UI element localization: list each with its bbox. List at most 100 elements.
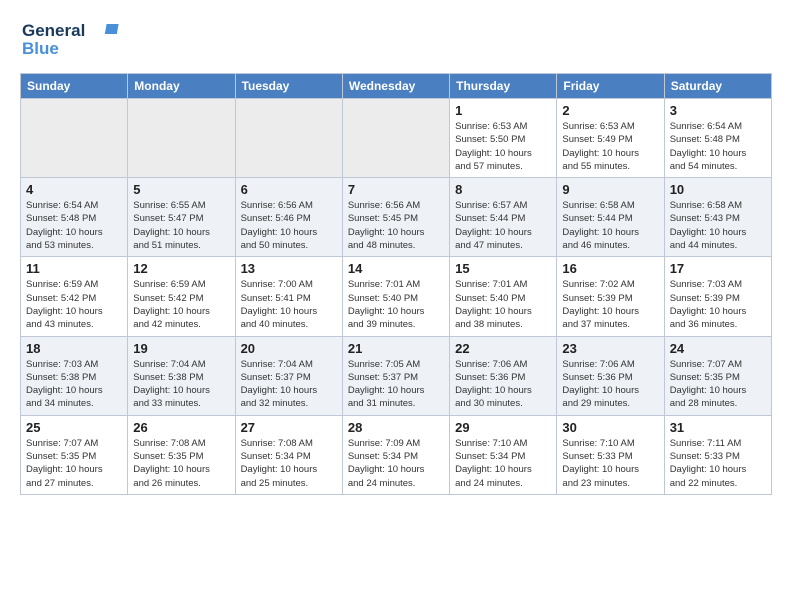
svg-text:General: General — [22, 21, 85, 40]
calendar-day-30: 30Sunrise: 7:10 AM Sunset: 5:33 PM Dayli… — [557, 415, 664, 494]
day-info: Sunrise: 7:07 AM Sunset: 5:35 PM Dayligh… — [26, 437, 122, 490]
calendar-day-29: 29Sunrise: 7:10 AM Sunset: 5:34 PM Dayli… — [450, 415, 557, 494]
page-container: General Blue SundayMondayTuesdayWednesda… — [0, 0, 792, 511]
calendar-day-26: 26 Sunrise: 7:08 AM Sunset: 5:35 PM Dayli… — [128, 415, 235, 494]
day-info: Sunrise: 7:08 AM Sunset: 5:35 PM Dayligh… — [133, 437, 229, 490]
calendar-day-24: 24Sunrise: 7:07 AM Sunset: 5:35 PM Dayli… — [664, 336, 771, 415]
day-number: 11 — [26, 261, 122, 276]
calendar-week-row: 11 Sunrise: 6:59 AM Sunset: 5:42 PM Dayli… — [21, 257, 772, 336]
calendar-day-9: 9 Sunrise: 6:58 AM Sunset: 5:44 PM Daylig… — [557, 178, 664, 257]
day-number: 1 — [455, 103, 551, 118]
day-number: 13 — [241, 261, 337, 276]
day-number: 5 — [133, 182, 229, 197]
day-number: 3 — [670, 103, 766, 118]
calendar-day-3: 3Sunrise: 6:54 AM Sunset: 5:48 PM Daylig… — [664, 99, 771, 178]
day-info: Sunrise: 6:59 AM Sunset: 5:42 PM Dayligh… — [133, 278, 229, 331]
day-info: Sunrise: 7:00 AM Sunset: 5:41 PM Dayligh… — [241, 278, 337, 331]
day-number: 18 — [26, 341, 122, 356]
weekday-header-thursday: Thursday — [450, 74, 557, 99]
calendar-week-row: 18Sunrise: 7:03 AM Sunset: 5:38 PM Dayli… — [21, 336, 772, 415]
day-number: 28 — [348, 420, 444, 435]
day-number: 20 — [241, 341, 337, 356]
calendar-day-11: 11 Sunrise: 6:59 AM Sunset: 5:42 PM Dayli… — [21, 257, 128, 336]
weekday-header-row: SundayMondayTuesdayWednesdayThursdayFrid… — [21, 74, 772, 99]
calendar-day-22: 22 Sunrise: 7:06 AM Sunset: 5:36 PM Dayli… — [450, 336, 557, 415]
day-info: Sunrise: 6:56 AM Sunset: 5:46 PM Dayligh… — [241, 199, 337, 252]
calendar-day-12: 12Sunrise: 6:59 AM Sunset: 5:42 PM Dayli… — [128, 257, 235, 336]
day-number: 14 — [348, 261, 444, 276]
calendar-day-10: 10 Sunrise: 6:58 AM Sunset: 5:43 PM Dayli… — [664, 178, 771, 257]
day-number: 21 — [348, 341, 444, 356]
header: General Blue — [20, 16, 772, 65]
day-number: 15 — [455, 261, 551, 276]
day-info: Sunrise: 6:53 AM Sunset: 5:50 PM Dayligh… — [455, 120, 551, 173]
day-number: 6 — [241, 182, 337, 197]
calendar-day-25: 25 Sunrise: 7:07 AM Sunset: 5:35 PM Dayli… — [21, 415, 128, 494]
day-info: Sunrise: 7:10 AM Sunset: 5:34 PM Dayligh… — [455, 437, 551, 490]
calendar-day-empty — [21, 99, 128, 178]
day-info: Sunrise: 6:53 AM Sunset: 5:49 PM Dayligh… — [562, 120, 658, 173]
calendar-day-1: 1 Sunrise: 6:53 AM Sunset: 5:50 PM Daylig… — [450, 99, 557, 178]
calendar-day-18: 18Sunrise: 7:03 AM Sunset: 5:38 PM Dayli… — [21, 336, 128, 415]
calendar-day-6: 6 Sunrise: 6:56 AM Sunset: 5:46 PM Daylig… — [235, 178, 342, 257]
day-number: 2 — [562, 103, 658, 118]
calendar-day-21: 21 Sunrise: 7:05 AM Sunset: 5:37 PM Dayli… — [342, 336, 449, 415]
calendar-day-23: 23Sunrise: 7:06 AM Sunset: 5:36 PM Dayli… — [557, 336, 664, 415]
calendar-day-15: 15Sunrise: 7:01 AM Sunset: 5:40 PM Dayli… — [450, 257, 557, 336]
calendar-table: SundayMondayTuesdayWednesdayThursdayFrid… — [20, 73, 772, 495]
weekday-header-monday: Monday — [128, 74, 235, 99]
day-number: 9 — [562, 182, 658, 197]
weekday-header-friday: Friday — [557, 74, 664, 99]
calendar-day-8: 8 Sunrise: 6:57 AM Sunset: 5:44 PM Daylig… — [450, 178, 557, 257]
day-info: Sunrise: 6:54 AM Sunset: 5:48 PM Dayligh… — [26, 199, 122, 252]
calendar-day-empty — [235, 99, 342, 178]
day-info: Sunrise: 7:01 AM Sunset: 5:40 PM Dayligh… — [348, 278, 444, 331]
day-number: 26 — [133, 420, 229, 435]
day-info: Sunrise: 6:58 AM Sunset: 5:43 PM Dayligh… — [670, 199, 766, 252]
day-number: 10 — [670, 182, 766, 197]
calendar-day-13: 13 Sunrise: 7:00 AM Sunset: 5:41 PM Dayli… — [235, 257, 342, 336]
calendar-day-19: 19 Sunrise: 7:04 AM Sunset: 5:38 PM Dayli… — [128, 336, 235, 415]
calendar-day-2: 2 Sunrise: 6:53 AM Sunset: 5:49 PM Daylig… — [557, 99, 664, 178]
day-info: Sunrise: 6:57 AM Sunset: 5:44 PM Dayligh… — [455, 199, 551, 252]
day-info: Sunrise: 7:03 AM Sunset: 5:39 PM Dayligh… — [670, 278, 766, 331]
day-number: 31 — [670, 420, 766, 435]
day-info: Sunrise: 6:58 AM Sunset: 5:44 PM Dayligh… — [562, 199, 658, 252]
day-info: Sunrise: 7:04 AM Sunset: 5:38 PM Dayligh… — [133, 358, 229, 411]
logo: General Blue — [20, 16, 130, 65]
day-number: 17 — [670, 261, 766, 276]
calendar-day-28: 28 Sunrise: 7:09 AM Sunset: 5:34 PM Dayli… — [342, 415, 449, 494]
calendar-day-31: 31 Sunrise: 7:11 AM Sunset: 5:33 PM Dayli… — [664, 415, 771, 494]
day-info: Sunrise: 6:59 AM Sunset: 5:42 PM Dayligh… — [26, 278, 122, 331]
calendar-week-row: 4 Sunrise: 6:54 AM Sunset: 5:48 PM Daylig… — [21, 178, 772, 257]
day-number: 8 — [455, 182, 551, 197]
calendar-day-20: 20Sunrise: 7:04 AM Sunset: 5:37 PM Dayli… — [235, 336, 342, 415]
weekday-header-wednesday: Wednesday — [342, 74, 449, 99]
day-info: Sunrise: 7:05 AM Sunset: 5:37 PM Dayligh… — [348, 358, 444, 411]
calendar-week-row: 1 Sunrise: 6:53 AM Sunset: 5:50 PM Daylig… — [21, 99, 772, 178]
weekday-header-tuesday: Tuesday — [235, 74, 342, 99]
calendar-week-row: 25 Sunrise: 7:07 AM Sunset: 5:35 PM Dayli… — [21, 415, 772, 494]
day-info: Sunrise: 7:06 AM Sunset: 5:36 PM Dayligh… — [455, 358, 551, 411]
day-info: Sunrise: 7:10 AM Sunset: 5:33 PM Dayligh… — [562, 437, 658, 490]
day-number: 23 — [562, 341, 658, 356]
day-number: 25 — [26, 420, 122, 435]
svg-text:Blue: Blue — [22, 39, 59, 58]
day-number: 4 — [26, 182, 122, 197]
day-info: Sunrise: 7:11 AM Sunset: 5:33 PM Dayligh… — [670, 437, 766, 490]
calendar-day-17: 17 Sunrise: 7:03 AM Sunset: 5:39 PM Dayli… — [664, 257, 771, 336]
day-info: Sunrise: 6:56 AM Sunset: 5:45 PM Dayligh… — [348, 199, 444, 252]
calendar-day-empty — [342, 99, 449, 178]
logo-text: General Blue — [20, 16, 130, 65]
weekday-header-sunday: Sunday — [21, 74, 128, 99]
day-number: 27 — [241, 420, 337, 435]
day-info: Sunrise: 7:09 AM Sunset: 5:34 PM Dayligh… — [348, 437, 444, 490]
calendar-day-empty — [128, 99, 235, 178]
calendar-day-4: 4 Sunrise: 6:54 AM Sunset: 5:48 PM Daylig… — [21, 178, 128, 257]
calendar-day-27: 27 Sunrise: 7:08 AM Sunset: 5:34 PM Dayli… — [235, 415, 342, 494]
day-number: 22 — [455, 341, 551, 356]
day-number: 19 — [133, 341, 229, 356]
day-info: Sunrise: 7:08 AM Sunset: 5:34 PM Dayligh… — [241, 437, 337, 490]
weekday-header-saturday: Saturday — [664, 74, 771, 99]
day-info: Sunrise: 6:55 AM Sunset: 5:47 PM Dayligh… — [133, 199, 229, 252]
